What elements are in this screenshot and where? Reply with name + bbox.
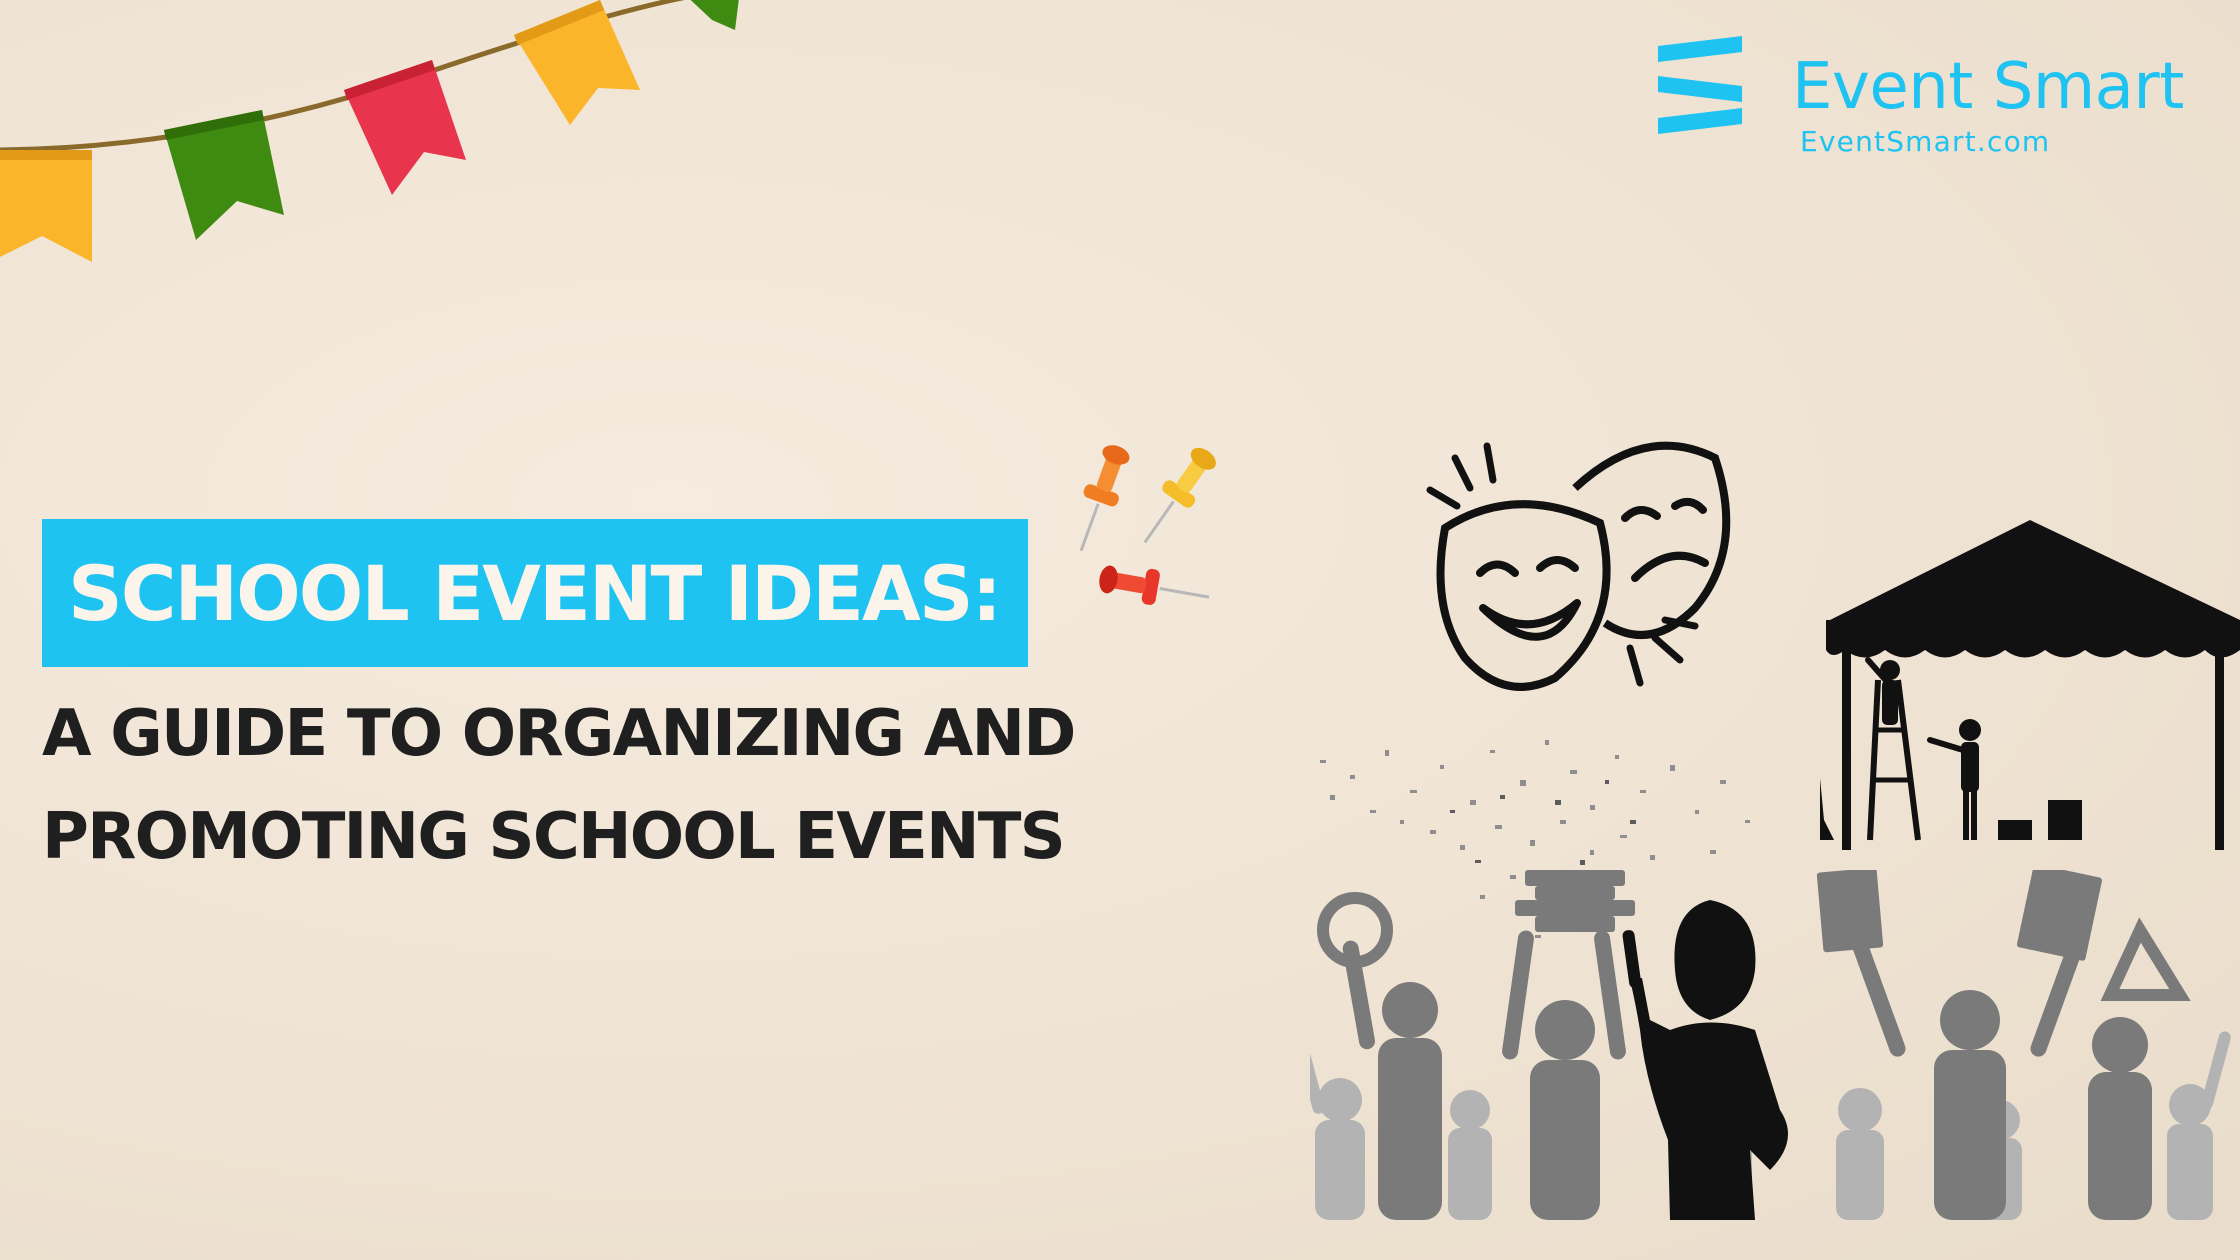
theater-masks-icon (1426, 441, 1731, 691)
canopy-tent-icon (1820, 520, 2240, 850)
brand-name: Event Smart (1792, 50, 2184, 124)
push-pins-icon (1079, 445, 1216, 605)
subtitle-line-2: PROMOTING SCHOOL EVENTS (42, 800, 1066, 874)
title-banner: SCHOOL EVENT IDEAS: (42, 519, 1028, 667)
students-crowd-silhouette (1310, 870, 2231, 1220)
brand-url[interactable]: EventSmart.com (1800, 125, 2050, 158)
page-title: SCHOOL EVENT IDEAS: (68, 549, 1002, 638)
bunting-flags-icon (0, 0, 739, 262)
brand-logo[interactable]: Event Smart EventSmart.com (1650, 30, 2210, 170)
event-smart-logo-icon (1658, 36, 1742, 134)
subtitle-line-1: A GUIDE TO ORGANIZING AND (42, 697, 1076, 771)
